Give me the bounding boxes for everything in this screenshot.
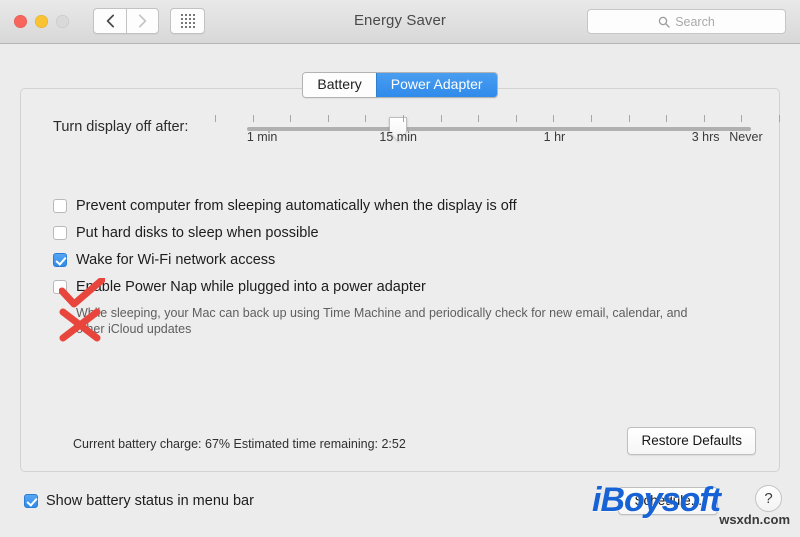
slider-tick [365,115,367,122]
slider-tick [741,115,743,122]
schedule-button[interactable]: Schedule... [618,487,718,515]
tab-battery[interactable]: Battery [303,73,376,97]
slider-tick [628,115,630,122]
slider-tick [327,115,329,122]
power-nap-description: While sleeping, your Mac can back up usi… [76,306,688,336]
slider-tick [403,115,404,122]
search-icon [658,16,670,28]
show-battery-status-row[interactable]: Show battery status in menu bar [24,492,254,510]
slider-tick [591,115,592,122]
checkbox-prevent-sleep[interactable] [53,199,67,213]
slider-tick [290,115,292,122]
slider-tick-labels: 1 min 15 min 1 hr 3 hrs Never [21,130,779,146]
slider-tick [703,115,705,122]
settings-panel: Turn display off after: 1 min 15 min 1 hr 3… [20,88,780,472]
tab-bar: Battery Power Adapter [0,72,800,98]
checkbox-power-nap[interactable] [53,280,67,294]
slider-tick [779,115,780,122]
option-label: Wake for Wi-Fi network access [76,252,276,268]
help-button[interactable]: ? [755,485,782,512]
option-label: Enable Power Nap while plugged into a po… [76,279,426,295]
slider-tick [440,115,442,122]
energy-saver-window: Energy Saver Search Battery Power Adapte… [0,0,800,537]
slider-tick [553,115,555,122]
window-titlebar: Energy Saver Search [0,0,800,44]
search-placeholder: Search [675,14,715,29]
option-wake-for-wifi[interactable]: Wake for Wi-Fi network access [53,251,749,271]
slider-tick-label: Never [729,130,763,144]
slider-tick [252,115,254,122]
watermark-domain: wsxdn.com [719,512,790,527]
slider-tick-label: 1 hr [543,130,566,144]
slider-tick [515,115,517,122]
search-input[interactable]: Search [587,9,786,34]
option-prevent-sleep[interactable]: Prevent computer from sleeping automatic… [53,197,749,217]
option-hard-disk-sleep[interactable]: Put hard disks to sleep when possible [53,224,749,244]
options-list: Prevent computer from sleeping automatic… [53,197,749,337]
slider-tick [215,115,216,122]
slider-tick-label: 3 hrs [691,130,720,144]
restore-defaults-button[interactable]: Restore Defaults [627,427,756,455]
battery-status-text: Current battery charge: 67% Estimated ti… [73,437,406,451]
option-power-nap[interactable]: Enable Power Nap while plugged into a po… [53,278,749,298]
tab-power-adapter[interactable]: Power Adapter [375,73,497,97]
checkbox-hard-disk-sleep[interactable] [53,226,67,240]
slider-tick-label: 15 min [379,130,417,144]
show-battery-status-label: Show battery status in menu bar [46,493,254,509]
checkbox-show-battery-status[interactable] [24,494,38,508]
option-label: Put hard disks to sleep when possible [76,225,319,241]
slider-tick [666,115,668,122]
option-label: Prevent computer from sleeping automatic… [76,198,517,214]
slider-tick-label: 1 min [246,130,278,144]
slider-ticks [215,115,780,122]
slider-tick [478,115,480,122]
checkbox-wake-for-wifi[interactable] [53,253,67,267]
